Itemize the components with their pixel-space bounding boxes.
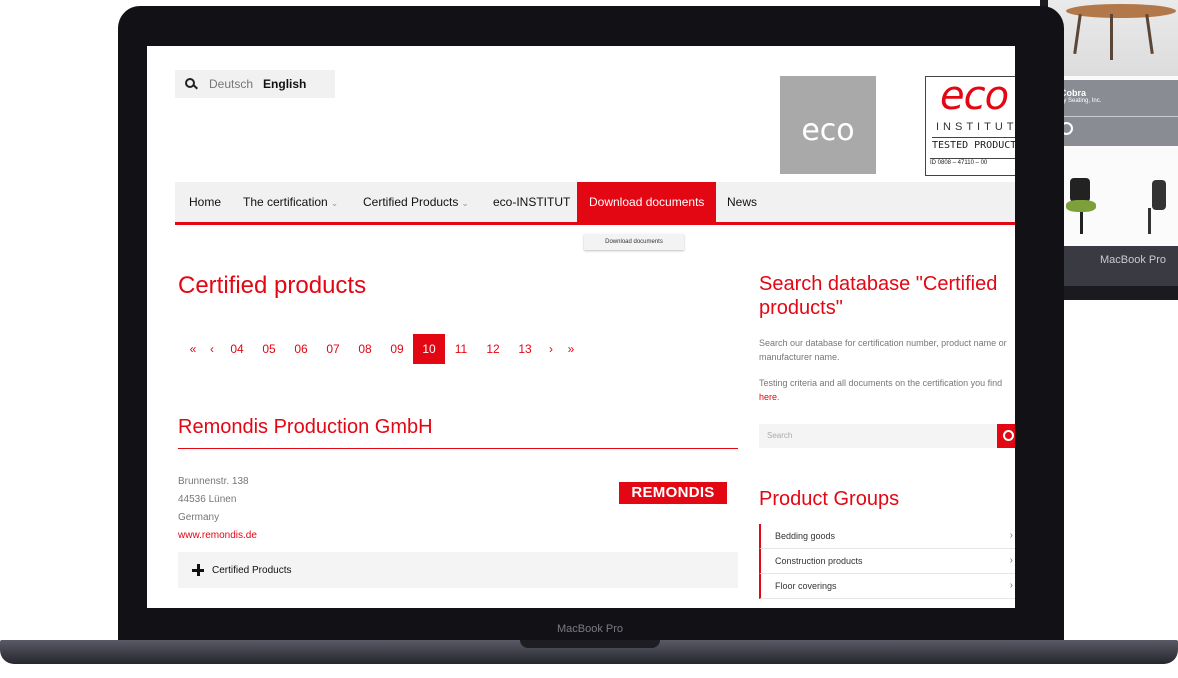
product-groups-list: Bedding goods › Construction products › … [759, 524, 1015, 599]
background-laptop-label: MacBook Pro [1100, 254, 1167, 266]
pagination-page[interactable]: 13 [509, 334, 541, 364]
product-card[interactable]: Cobra by Seating, Inc. [1048, 80, 1178, 146]
pagination-page[interactable]: 04 [221, 334, 253, 364]
criteria-here-link[interactable]: here [759, 392, 777, 402]
certified-products-accordion[interactable]: Certified Products [178, 552, 738, 588]
eco-institut-logo[interactable]: eco INSTITUT TESTED PRODUCT ID 0808 – 47… [925, 76, 1015, 176]
product-group-label: Construction products [775, 556, 863, 566]
criteria-text-body: Testing criteria and all documents on th… [759, 378, 1003, 388]
search-input[interactable]: Search [759, 424, 999, 448]
search-button[interactable] [997, 424, 1015, 448]
language-de-link[interactable]: Deutsch [209, 77, 253, 91]
table-leg [1110, 14, 1113, 60]
table-leg [1145, 13, 1154, 55]
nav-item-label: Home [189, 195, 222, 209]
language-bar: Deutsch English [175, 70, 335, 98]
eco-institut-logo-tested: TESTED PRODUCT [932, 140, 1015, 151]
divider [1048, 116, 1178, 117]
nav-item-label: The certification [243, 195, 328, 209]
product-card-subtitle: by Seating, Inc. [1060, 98, 1102, 104]
criteria-period: . [777, 392, 780, 402]
chevron-down-icon: ⌄ [330, 198, 339, 208]
eco-logo[interactable]: eco [780, 76, 876, 174]
furniture-photo [1048, 0, 1178, 76]
pagination-prev[interactable]: ‹ [203, 334, 221, 364]
search-icon[interactable] [185, 78, 197, 90]
pagination-page[interactable]: 06 [285, 334, 317, 364]
accordion-label: Certified Products [212, 564, 292, 576]
chair-leg [1148, 208, 1151, 234]
nav-item-eco-institut[interactable]: eco-INSTITUT [493, 182, 570, 222]
nav-item-label: eco-INSTITUT [493, 195, 571, 209]
page-title: Certified products [178, 272, 367, 299]
company-city: 44536 Lünen [178, 494, 237, 505]
remondis-logo: REMONDIS [619, 482, 727, 504]
search-description: Search our database for certification nu… [759, 338, 1007, 362]
chair-back [1070, 178, 1090, 202]
company-country: Germany [178, 512, 220, 523]
product-group-item[interactable]: Floor coverings › [759, 574, 1015, 599]
laptop-notch [520, 640, 660, 648]
eco-institut-logo-institut: INSTITUT [936, 121, 1015, 133]
chevron-right-icon: › [1009, 555, 1013, 566]
pagination-next[interactable]: › [541, 334, 561, 364]
nav-item-download-documents[interactable]: Download documents [577, 182, 717, 222]
product-group-label: Bedding goods [775, 531, 836, 541]
table-leg [1073, 13, 1082, 55]
product-group-item[interactable]: Construction products › [759, 549, 1015, 574]
pagination-page[interactable]: 11 [445, 334, 477, 364]
chair-leg [1080, 212, 1083, 234]
laptop-label: MacBook Pro [556, 623, 624, 635]
chairs-photo [1048, 160, 1178, 246]
pagination-first[interactable]: « [183, 334, 203, 364]
nav-item-label: Download documents [589, 195, 705, 209]
chevron-right-icon: › [1009, 530, 1013, 541]
pagination-page[interactable]: 05 [253, 334, 285, 364]
background-laptop-screen: Cobra by Seating, Inc. [1048, 0, 1178, 246]
plus-icon [192, 564, 204, 576]
product-group-label: Floor coverings [775, 581, 837, 591]
language-en-link[interactable]: English [263, 77, 306, 91]
search-heading: Search database "Certified products" [759, 273, 998, 319]
chevron-right-icon: › [1009, 580, 1013, 591]
nav-item-news[interactable]: News [727, 182, 757, 222]
company-street: Brunnenstr. 138 [178, 476, 249, 487]
nav-item-label: Certified Products [363, 195, 459, 209]
eco-institut-logo-mark: eco [940, 76, 1009, 119]
chevron-down-icon: ⌄ [461, 198, 469, 208]
pagination-page[interactable]: 12 [477, 334, 509, 364]
table-top [1066, 4, 1176, 18]
nav-item-label: News [727, 195, 758, 209]
company-website-link[interactable]: www.remondis.de [178, 530, 257, 541]
pagination: « ‹ 04 05 06 07 08 09 10 11 12 13 › » [183, 334, 581, 364]
pagination-page[interactable]: 09 [381, 334, 413, 364]
nav-item-the-certification[interactable]: The certification ⌄ [243, 182, 338, 222]
nav-item-certified-products[interactable]: Certified Products ⌄ [363, 182, 469, 222]
eco-institut-logo-id: ID 0808 – 47110 – 00 [930, 158, 1015, 166]
eco-logo-text: eco [801, 112, 855, 148]
pagination-current-page[interactable]: 10 [413, 334, 445, 364]
criteria-text: Testing criteria and all documents on th… [759, 376, 1015, 404]
chair-seat [1066, 200, 1096, 212]
product-group-item[interactable]: Bedding goods › [759, 524, 1015, 549]
divider [178, 448, 738, 449]
dropdown-item-download-documents[interactable]: Download documents [584, 234, 684, 250]
company-name: Remondis Production GmbH [178, 416, 433, 438]
browser-viewport: Deutsch English eco eco INSTITUT TESTED … [147, 46, 1015, 608]
chair-back [1152, 180, 1166, 210]
nav-item-home[interactable]: Home [189, 182, 221, 222]
pagination-page[interactable]: 07 [317, 334, 349, 364]
main-nav: Home The certification ⌄ Certified Produc… [175, 182, 1015, 225]
product-groups-heading: Product Groups [759, 488, 900, 510]
divider [932, 137, 1015, 138]
pagination-page[interactable]: 08 [349, 334, 381, 364]
pagination-last[interactable]: » [561, 334, 581, 364]
